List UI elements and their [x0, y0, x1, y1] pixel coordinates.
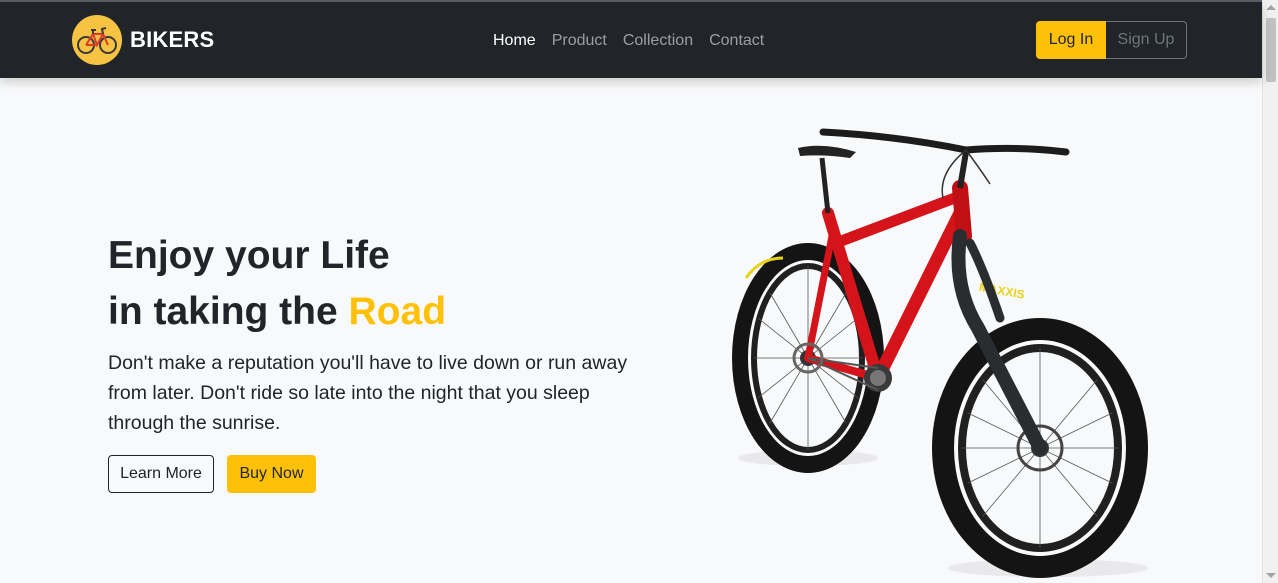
bicycle-image: MAXXIS: [732, 128, 1148, 578]
buy-now-button[interactable]: Buy Now: [227, 455, 316, 493]
hero-description: Don't make a reputation you'll have to l…: [108, 352, 628, 434]
hero-section: Enjoy your Life in taking the Road Don't…: [108, 228, 648, 493]
nav-links: Home Product Collection Contact: [493, 31, 764, 51]
brand-name: BIKERS: [130, 27, 215, 52]
learn-more-button[interactable]: Learn More: [108, 455, 214, 493]
navbar: BIKERS Home Product Collection Contact L…: [0, 2, 1262, 78]
headline-line-2: in taking the: [108, 290, 349, 333]
nav-link-contact[interactable]: Contact: [709, 31, 764, 51]
scroll-thumb[interactable]: [1266, 18, 1276, 82]
auth-buttons: Log In Sign Up: [1036, 21, 1187, 59]
hero-cta-group: Learn More Buy Now: [108, 455, 648, 493]
nav-link-collection[interactable]: Collection: [623, 31, 693, 51]
nav-link-product[interactable]: Product: [552, 31, 607, 51]
login-button[interactable]: Log In: [1036, 21, 1106, 59]
hero-headline: Enjoy your Life in taking the Road: [108, 228, 648, 340]
bicycle-logo-icon: [72, 15, 122, 65]
scroll-up-arrow-icon[interactable]: [1266, 5, 1276, 10]
signup-button[interactable]: Sign Up: [1106, 21, 1187, 59]
scroll-down-arrow-icon[interactable]: [1266, 573, 1276, 578]
nav-link-home[interactable]: Home: [493, 31, 536, 51]
headline-line-1: Enjoy your Life: [108, 234, 390, 277]
brand[interactable]: BIKERS: [72, 15, 214, 65]
headline-accent-word: Road: [348, 290, 447, 333]
scrollbar[interactable]: [1262, 0, 1278, 583]
